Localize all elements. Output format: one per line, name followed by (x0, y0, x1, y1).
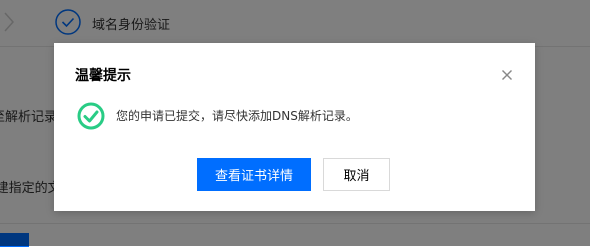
view-certificate-details-button[interactable]: 查看证书详情 (197, 158, 311, 191)
dialog-title: 温馨提示 (75, 68, 131, 84)
notice-dialog: 温馨提示 您的申请已提交，请尽快添加DNS解析记录。 查看证书详情 取消 (54, 43, 535, 211)
close-icon[interactable] (500, 68, 514, 82)
cancel-button[interactable]: 取消 (323, 158, 390, 191)
dialog-message: 您的申请已提交，请尽快添加DNS解析记录。 (116, 109, 358, 123)
success-check-icon (77, 102, 105, 130)
